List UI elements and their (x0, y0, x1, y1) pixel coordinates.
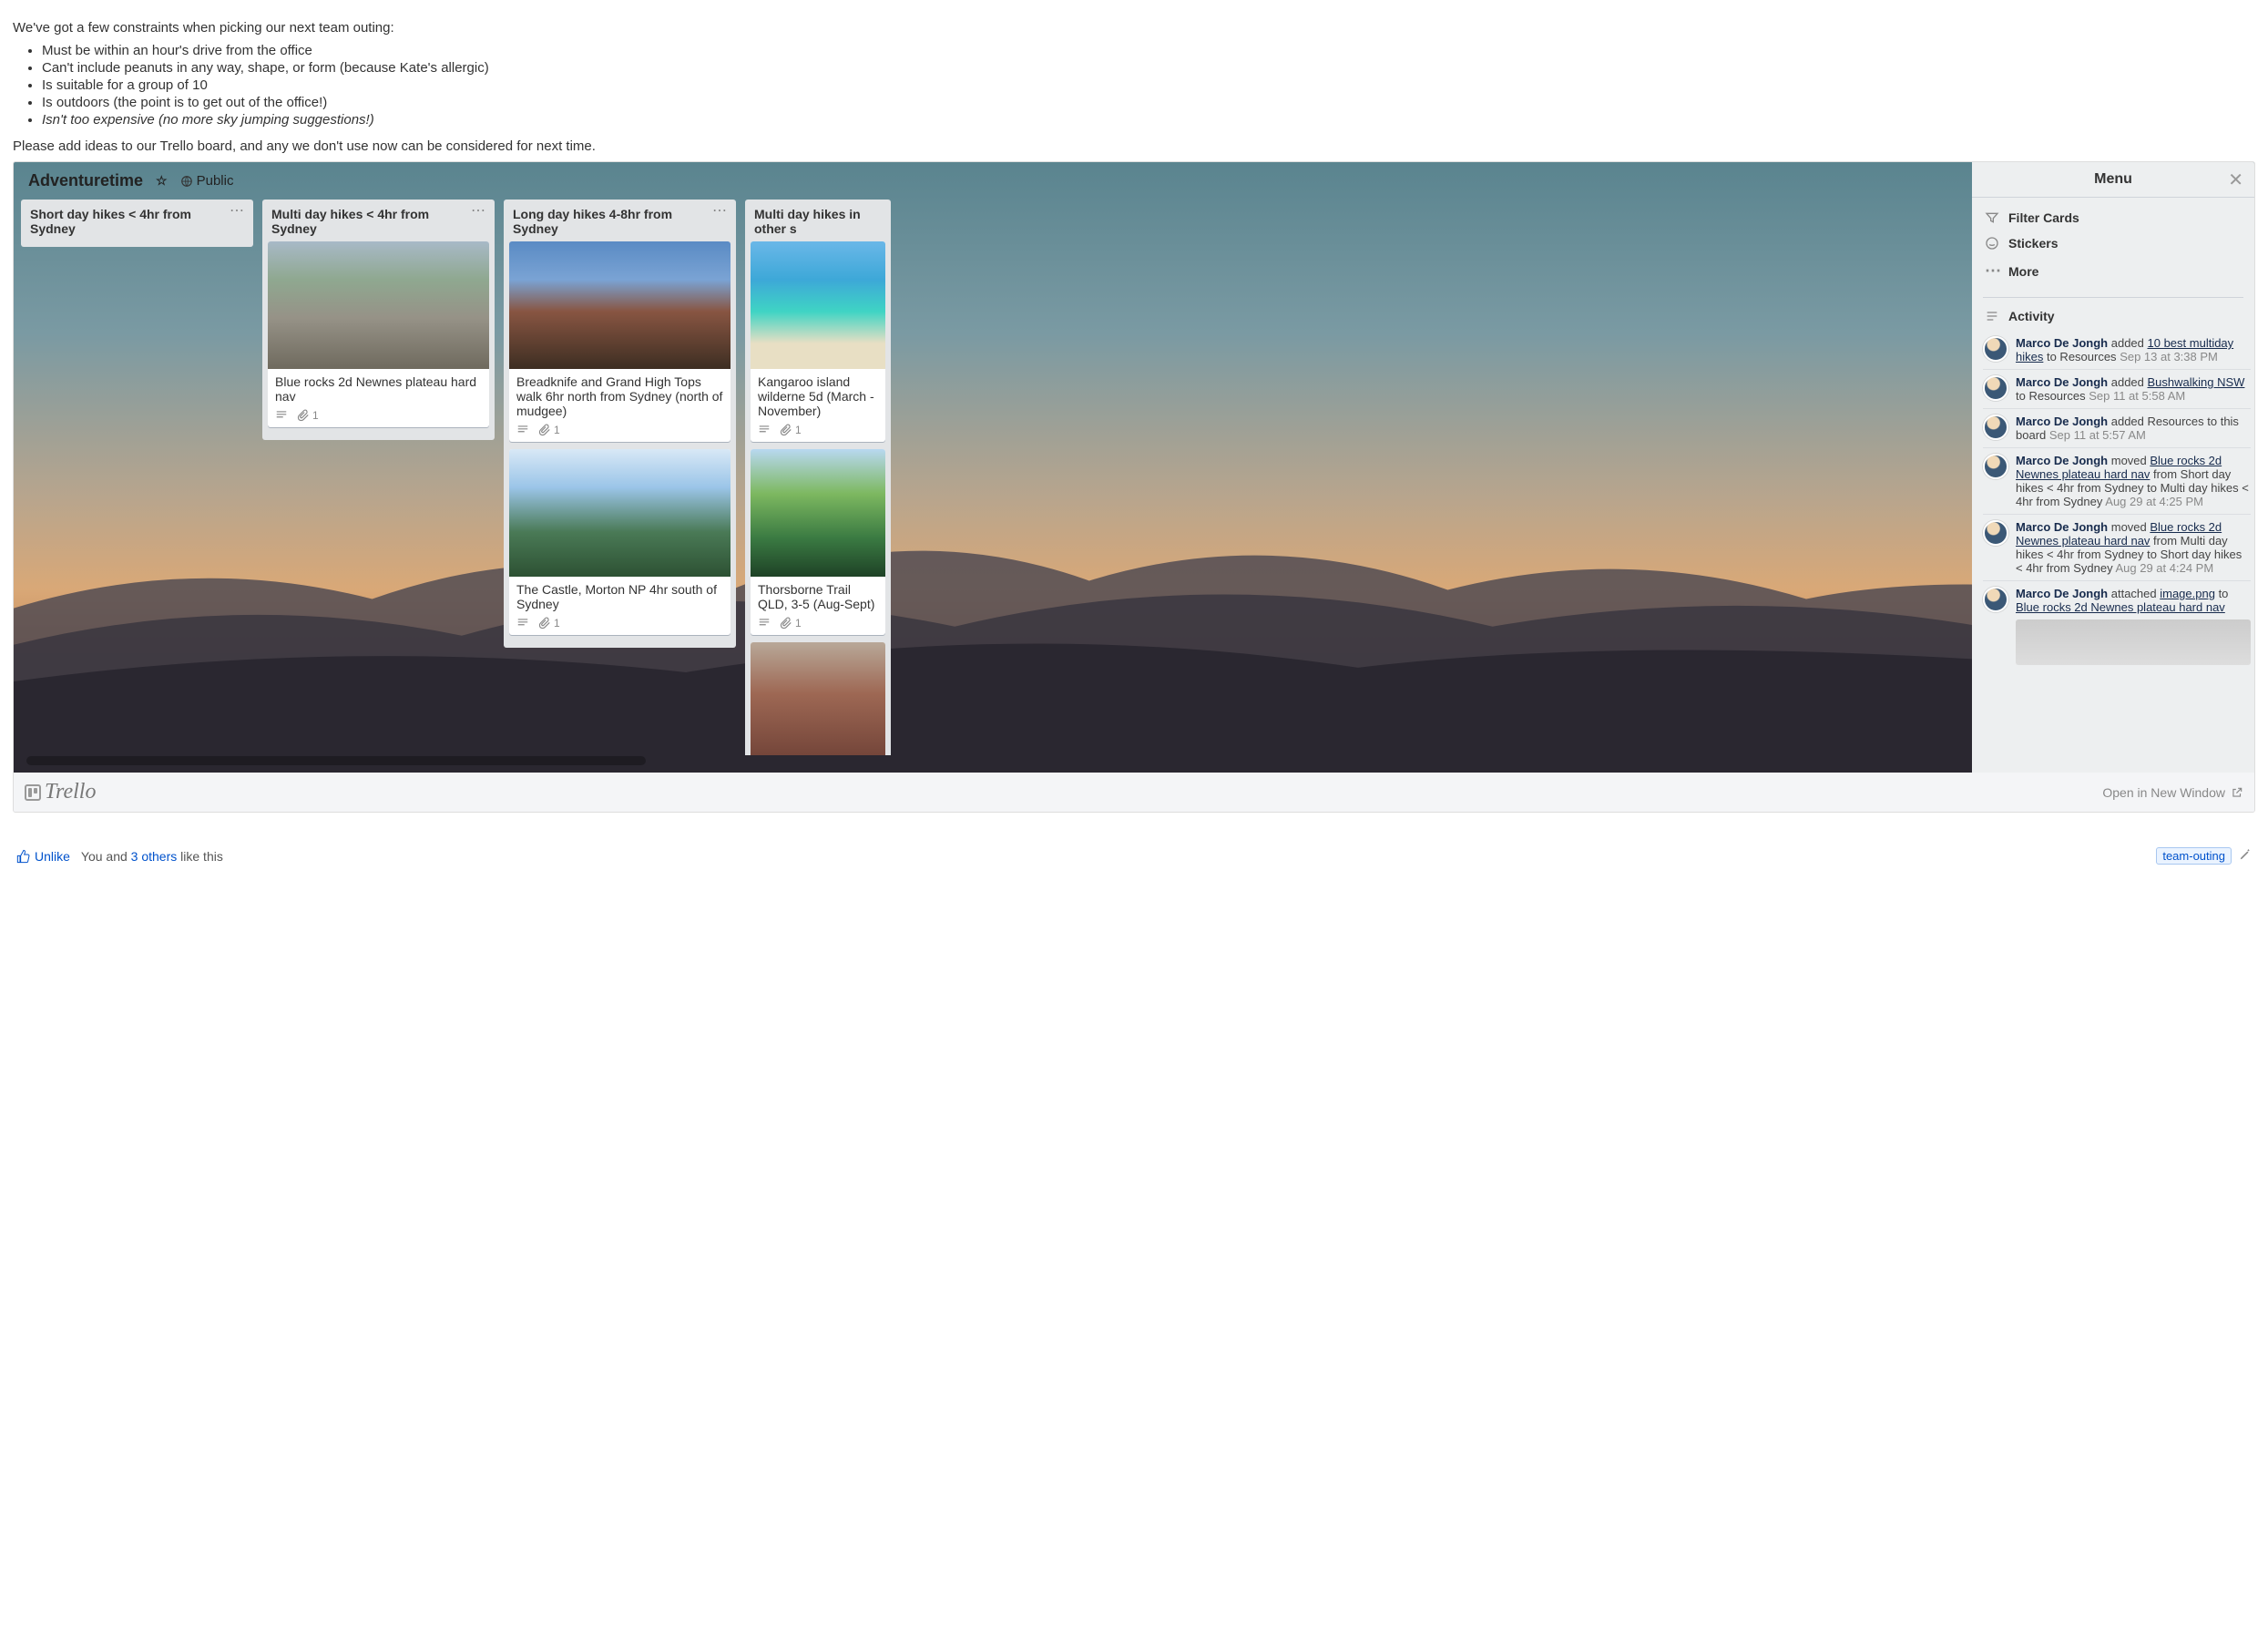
thumbs-up-icon (16, 849, 31, 864)
activity-item: Marco De Jongh moved Blue rocks 2d Newne… (1983, 514, 2251, 580)
constraint-item: Must be within an hour's drive from the … (42, 43, 2255, 58)
avatar (1983, 415, 2008, 440)
intro-follow: Please add ideas to our Trello board, an… (13, 138, 2255, 154)
list-menu-icon[interactable]: ⋯ (712, 207, 727, 216)
activity-item: Marco De Jongh added Resources to this b… (1983, 408, 2251, 447)
unlike-button[interactable]: Unlike (16, 849, 70, 864)
card-cover-image (751, 642, 885, 755)
card[interactable]: Breadknife and Grand High Tops walk 6hr … (509, 241, 730, 442)
avatar (1983, 454, 2008, 479)
card-badges: 1 (751, 615, 885, 635)
horizontal-scrollbar[interactable] (26, 756, 646, 765)
card-badges: 1 (509, 615, 730, 635)
card-title: Blue rocks 2d Newnes plateau hard nav (268, 369, 489, 407)
board-title: Adventuretime (28, 171, 143, 190)
description-badge (758, 424, 771, 436)
activity-link[interactable]: Bushwalking NSW (2148, 375, 2245, 389)
intro-lead: We've got a few constraints when picking… (13, 20, 2255, 36)
sticker-icon (1985, 236, 1999, 251)
constraint-list: Must be within an hour's drive from the … (42, 43, 2255, 128)
attachment-badge: 1 (780, 424, 802, 436)
others-link[interactable]: 3 others (131, 849, 178, 864)
external-link-icon (2231, 786, 2243, 799)
trello-logo-icon (25, 784, 41, 801)
activity-item: Marco De Jongh attached image.png to Blu… (1983, 580, 2251, 671)
divider (1983, 297, 2243, 298)
open-in-new-window[interactable]: Open in New Window (2102, 785, 2243, 800)
avatar (1983, 375, 2008, 401)
list-title: Short day hikes < 4hr from Sydney (30, 207, 230, 236)
card-cover-image (268, 241, 489, 369)
card-cover-image (751, 449, 885, 577)
pencil-icon (2239, 848, 2252, 861)
avatar (1983, 587, 2008, 612)
menu-stickers[interactable]: Stickers (1972, 230, 2254, 256)
card[interactable]: Blue rocks 2d Newnes plateau hard nav 1 (268, 241, 489, 427)
card-title: The Castle, Morton NP 4hr south of Sydne… (509, 577, 730, 615)
list-menu-icon[interactable]: ⋯ (471, 207, 485, 216)
attachment-badge: 1 (297, 409, 319, 422)
constraint-item: Can't include peanuts in any way, shape,… (42, 60, 2255, 76)
attachment-badge: 1 (538, 617, 560, 630)
edit-labels-button[interactable] (2239, 848, 2252, 864)
like-summary: You and 3 others like this (81, 849, 223, 864)
activity-link[interactable]: image.png (2160, 587, 2215, 600)
list-title: Multi day hikes < 4hr from Sydney (271, 207, 471, 236)
description-badge (275, 409, 288, 422)
constraint-item: Is outdoors (the point is to get out of … (42, 95, 2255, 110)
description-badge (758, 617, 771, 630)
trello-board[interactable]: Adventuretime ☆ Public Short day hikes <… (14, 162, 2254, 773)
more-icon: ⋯ (1985, 261, 1999, 281)
list-title: Multi day hikes in other s (754, 207, 882, 236)
card[interactable]: The Castle, Morton NP 4hr south of Sydne… (509, 449, 730, 635)
menu-filter-cards[interactable]: Filter Cards (1972, 205, 2254, 230)
activity-item: Marco De Jongh added Bushwalking NSW to … (1983, 369, 2251, 408)
board-menu-panel: Menu ✕ Filter Cards Stickers ⋯ More (1972, 162, 2254, 773)
visibility-button[interactable]: Public (180, 173, 234, 189)
card-badges: 1 (509, 422, 730, 442)
card-badges: 1 (268, 407, 489, 427)
label-tag[interactable]: team-outing (2156, 847, 2232, 865)
list[interactable]: Short day hikes < 4hr from Sydney⋯ (21, 200, 253, 247)
avatar (1983, 336, 2008, 362)
trello-logo: Trello (25, 780, 96, 804)
card-cover-image (509, 449, 730, 577)
description-badge (516, 617, 529, 630)
card[interactable]: Kangaroo island wilderne 5d (March - Nov… (751, 241, 885, 442)
menu-title: Menu (2094, 171, 2132, 188)
filter-icon (1985, 210, 1999, 225)
menu-more[interactable]: ⋯ More (1972, 256, 2254, 286)
activity-header: Activity (1972, 302, 2254, 331)
activity-item: Marco De Jongh moved Blue rocks 2d Newne… (1983, 447, 2251, 514)
star-icon[interactable]: ☆ (156, 173, 168, 189)
card-title: Kangaroo island wilderne 5d (March - Nov… (751, 369, 885, 422)
list-title: Long day hikes 4-8hr from Sydney (513, 207, 712, 236)
card-title: Breadknife and Grand High Tops walk 6hr … (509, 369, 730, 422)
constraint-item: Isn't too expensive (no more sky jumping… (42, 112, 2255, 128)
card-cover-image (509, 241, 730, 369)
attachment-badge: 1 (538, 424, 560, 436)
globe-icon (180, 175, 193, 188)
attachment-badge: 1 (780, 617, 802, 630)
activity-link[interactable]: Blue rocks 2d Newnes plateau hard nav (2016, 600, 2225, 614)
activity-item: Marco De Jongh added 10 best multiday hi… (1983, 331, 2251, 369)
card-cover-image (751, 241, 885, 369)
list[interactable]: Multi day hikes in other s Kangaroo islan… (745, 200, 891, 755)
card-badges: 1 (751, 422, 885, 442)
card-title: Thorsborne Trail QLD, 3-5 (Aug-Sept) (751, 577, 885, 615)
trello-embed: Adventuretime ☆ Public Short day hikes <… (13, 161, 2255, 813)
list[interactable]: Long day hikes 4-8hr from Sydney⋯ Breadkn… (504, 200, 736, 648)
description-badge (516, 424, 529, 436)
list-menu-icon[interactable]: ⋯ (230, 207, 244, 216)
activity-icon (1985, 309, 1999, 323)
list[interactable]: Multi day hikes < 4hr from Sydney⋯ Blue r… (262, 200, 495, 440)
card[interactable] (751, 642, 885, 755)
attachment-thumbnail[interactable] (2016, 619, 2251, 665)
close-icon[interactable]: ✕ (2228, 169, 2243, 191)
card[interactable]: Thorsborne Trail QLD, 3-5 (Aug-Sept) 1 (751, 449, 885, 635)
constraint-item: Is suitable for a group of 10 (42, 77, 2255, 93)
avatar (1983, 520, 2008, 546)
